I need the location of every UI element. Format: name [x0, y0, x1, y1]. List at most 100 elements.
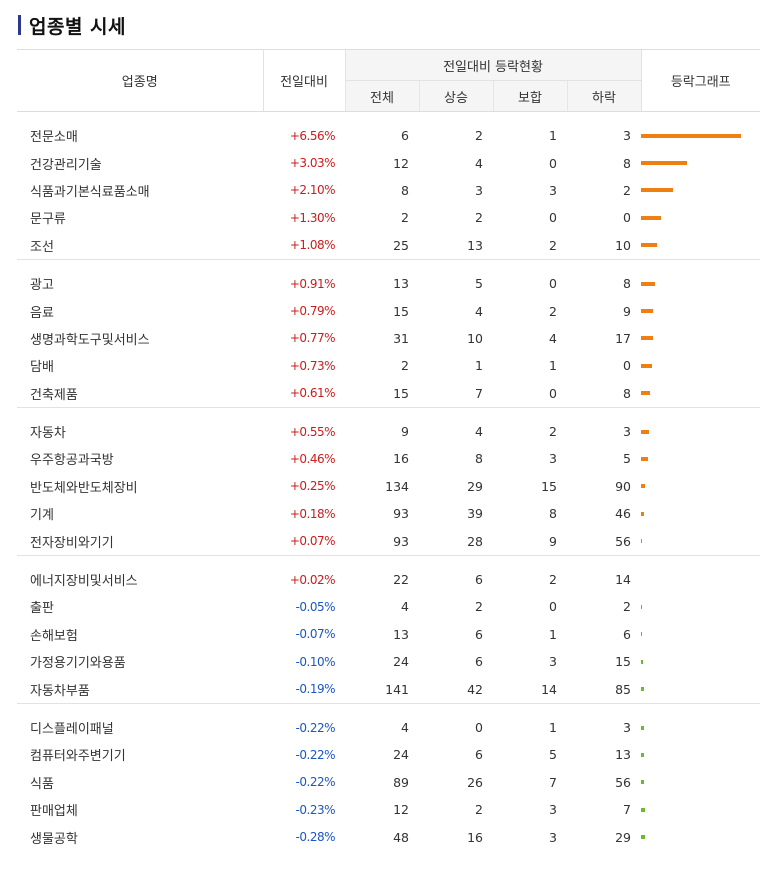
sector-name-link[interactable]: 반도체와반도체장비	[17, 473, 263, 500]
sector-name-link[interactable]: 담배	[17, 352, 263, 379]
change-bar	[641, 429, 649, 434]
sector-name-link[interactable]: 전자장비와기기	[17, 527, 263, 555]
page-title-wrap: 업종별 시세	[18, 12, 126, 38]
flat-count: 3	[549, 829, 557, 845]
header-flat[interactable]: 보합	[492, 80, 567, 112]
sector-name-link[interactable]: 기계	[17, 500, 263, 527]
flat-count: 2	[549, 424, 557, 440]
table-row: 반도체와반도체장비 +0.25% 134 29 15 90	[17, 473, 760, 500]
header-change-status: 전일대비 등락현황	[344, 49, 641, 81]
title-accent-bar	[18, 15, 21, 35]
flat-count: 0	[549, 599, 557, 615]
total-count: 4	[401, 720, 409, 735]
rise-count: 16	[467, 829, 483, 845]
sector-name-link[interactable]: 생명과학도구및서비스	[17, 325, 263, 352]
table-row: 전자장비와기기 +0.07% 93 28 9 56	[17, 527, 760, 555]
header-sector-name[interactable]: 업종명	[17, 49, 263, 112]
rise-count: 10	[467, 330, 483, 346]
change-bar	[641, 336, 653, 341]
total-count: 13	[393, 276, 409, 292]
table-row: 출판 -0.05% 4 2 0 2	[17, 593, 760, 620]
rise-count: 5	[475, 276, 483, 292]
change-graph-cell	[641, 122, 760, 149]
header-total[interactable]: 전체	[344, 80, 419, 112]
total-count: 15	[393, 385, 409, 401]
total-count: 16	[393, 451, 409, 467]
change-graph-cell	[641, 648, 760, 675]
change-rate: +0.79%	[289, 304, 336, 319]
change-graph-cell	[641, 149, 760, 176]
fall-count: 3	[623, 424, 631, 440]
change-bar	[641, 215, 661, 220]
fall-count: 5	[623, 451, 631, 467]
sector-name-link[interactable]: 건강관리기술	[17, 149, 263, 176]
sector-name-link[interactable]: 생물공학	[17, 823, 263, 850]
flat-count: 4	[549, 330, 557, 346]
flat-count: 0	[549, 385, 557, 401]
group-separator	[17, 406, 760, 418]
sector-name-link[interactable]: 식품과기본식료품소매	[17, 177, 263, 204]
sector-name-link[interactable]: 자동차부품	[17, 675, 263, 703]
change-rate: +0.61%	[289, 386, 336, 401]
sector-name-link[interactable]: 음료	[17, 297, 263, 324]
fall-count: 29	[615, 829, 631, 845]
table-row: 가정용기기와용품 -0.10% 24 6 3 15	[17, 648, 760, 675]
fall-count: 17	[615, 330, 631, 346]
change-rate: +2.10%	[289, 183, 336, 198]
sector-name-link[interactable]: 디스플레이패널	[17, 714, 263, 741]
change-rate: -0.28%	[295, 830, 336, 845]
rise-count: 4	[475, 303, 483, 319]
rise-count: 6	[475, 747, 483, 763]
sector-name-link[interactable]: 건축제품	[17, 380, 263, 408]
rise-count: 1	[475, 358, 483, 374]
sector-name-link[interactable]: 식품	[17, 769, 263, 796]
header-rise[interactable]: 상승	[418, 80, 493, 112]
change-rate: +0.73%	[289, 358, 336, 373]
sector-name-link[interactable]: 문구류	[17, 204, 263, 231]
fall-count: 3	[623, 128, 631, 144]
flat-count: 1	[549, 720, 557, 735]
change-graph-cell	[641, 593, 760, 620]
sector-name-link[interactable]: 에너지장비및서비스	[17, 566, 263, 593]
group-separator	[17, 112, 760, 123]
rise-count: 13	[467, 237, 483, 253]
sector-name-link[interactable]: 우주항공과국방	[17, 445, 263, 472]
total-count: 48	[393, 829, 409, 845]
change-rate: +0.07%	[289, 534, 336, 549]
change-bar	[641, 188, 673, 193]
change-graph-cell	[641, 445, 760, 472]
total-count: 24	[393, 747, 409, 763]
sector-name-link[interactable]: 출판	[17, 593, 263, 620]
fall-count: 14	[615, 572, 631, 588]
sector-name-link[interactable]: 자동차	[17, 418, 263, 445]
change-rate: +3.03%	[289, 156, 336, 171]
table-row: 에너지장비및서비스 +0.02% 22 6 2 14	[17, 566, 760, 593]
table-row: 손해보험 -0.07% 13 6 1 6	[17, 621, 760, 648]
table-row: 판매업체 -0.23% 12 2 3 7	[17, 796, 760, 823]
fall-count: 2	[623, 182, 631, 198]
table-row: 문구류 +1.30% 2 2 0 0	[17, 204, 760, 231]
sector-name-link[interactable]: 전문소매	[17, 122, 263, 149]
sector-name-link[interactable]: 판매업체	[17, 796, 263, 823]
sector-name-link[interactable]: 가정용기기와용품	[17, 648, 263, 675]
sector-name-link[interactable]: 손해보험	[17, 621, 263, 648]
change-rate: -0.10%	[295, 654, 336, 669]
sector-name-link[interactable]: 컴퓨터와주변기기	[17, 741, 263, 768]
header-change[interactable]: 전일대비	[262, 49, 345, 112]
table-row: 담배 +0.73% 2 1 1 0	[17, 352, 760, 379]
table-row: 식품과기본식료품소매 +2.10% 8 3 3 2	[17, 177, 760, 204]
header-fall[interactable]: 하락	[566, 80, 641, 112]
sector-name-link[interactable]: 조선	[17, 232, 263, 260]
total-count: 25	[393, 237, 409, 253]
table-row: 우주항공과국방 +0.46% 16 8 3 5	[17, 445, 760, 472]
sector-table: 업종명 전일대비 전일대비 등락현황 등락그래프 전체 상승 보합 하락 전문소…	[17, 49, 760, 851]
sector-name-link[interactable]: 광고	[17, 270, 263, 297]
change-graph-cell	[641, 769, 760, 796]
rise-count: 4	[475, 424, 483, 440]
rise-count: 26	[467, 774, 483, 790]
change-bar	[641, 659, 643, 664]
change-graph-cell	[641, 675, 760, 703]
page-title: 업종별 시세	[29, 15, 127, 38]
total-count: 4	[401, 599, 409, 615]
change-bar	[641, 281, 655, 286]
